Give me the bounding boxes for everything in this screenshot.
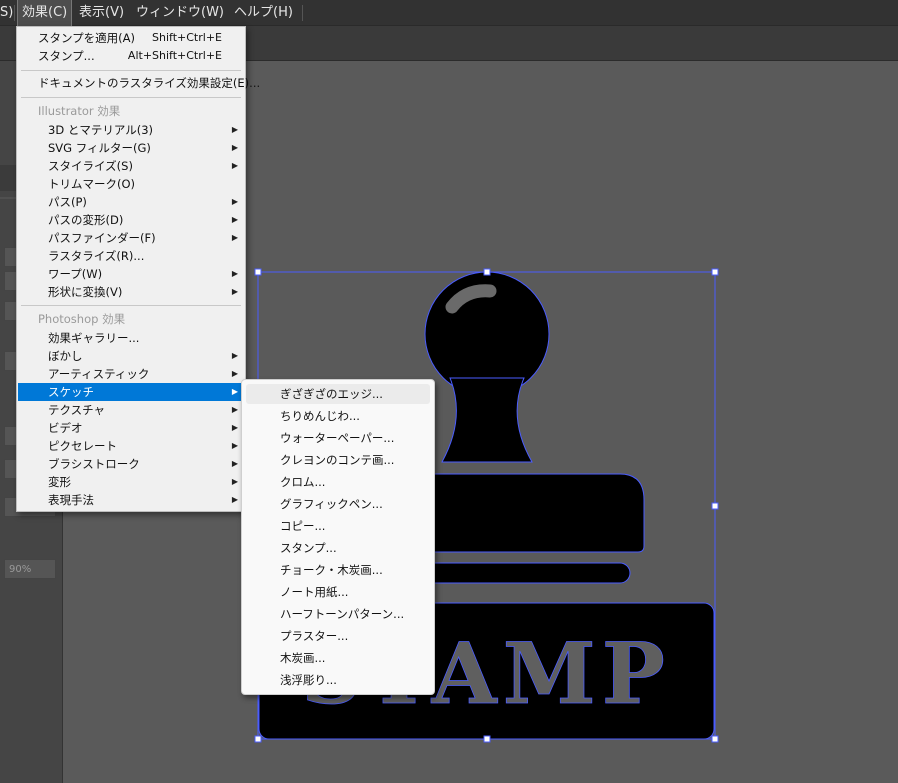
- submenu-arrow-icon: ▶: [231, 233, 238, 242]
- menu-header-photoshop: Photoshop 効果: [38, 312, 126, 326]
- menu-item-pixelate[interactable]: ピクセレート ▶: [18, 437, 244, 455]
- menu-item-pathfinder[interactable]: パスファインダー(F) ▶: [18, 229, 244, 247]
- menu-item-rasterize[interactable]: ラスタライズ(R)...: [18, 247, 244, 265]
- submenu-item-photocopy[interactable]: コピー...: [246, 516, 430, 536]
- menu-separator: [21, 97, 241, 98]
- menu-item-warp[interactable]: ワープ(W) ▶: [18, 265, 244, 283]
- submenu-arrow-icon: ▶: [231, 269, 238, 278]
- selection-handle[interactable]: [254, 735, 262, 743]
- menu-item-convert-to-shape[interactable]: 形状に変換(V) ▶: [18, 283, 244, 301]
- submenu-item-conte-crayon[interactable]: クレヨンのコンテ画...: [246, 450, 430, 470]
- selection-handle[interactable]: [711, 735, 719, 743]
- sketch-submenu: ぎざぎざのエッジ... ちりめんじわ... ウォーターペーパー... クレヨンの…: [241, 379, 435, 695]
- menu-item-3d-material[interactable]: 3D とマテリアル(3) ▶: [18, 121, 244, 139]
- stamp-base-bar: [409, 562, 631, 584]
- submenu-item-torn-edges[interactable]: ぎざぎざのエッジ...: [246, 384, 430, 404]
- submenu-arrow-icon: ▶: [231, 287, 238, 296]
- submenu-item-water-paper[interactable]: ウォーターペーパー...: [246, 428, 430, 448]
- stamp-body-shape: [409, 473, 645, 553]
- menu-item-svg-filter[interactable]: SVG フィルター(G) ▶: [18, 139, 244, 157]
- submenu-arrow-icon: ▶: [231, 441, 238, 450]
- effect-menu-dropdown: スタンプを適用(A) Shift+Ctrl+E スタンプ... Alt+Shif…: [16, 26, 260, 512]
- stamp-neck-shape: [441, 377, 533, 463]
- submenu-item-charcoal[interactable]: 木炭画...: [246, 648, 430, 668]
- menu-header-illustrator: Illustrator 効果: [38, 104, 121, 118]
- submenu-item-chrome[interactable]: クロム...: [246, 472, 430, 492]
- menu-item-stamp[interactable]: スタンプ... Alt+Shift+Ctrl+E: [18, 47, 244, 65]
- menu-separator: [302, 5, 303, 21]
- submenu-arrow-icon: ▶: [231, 197, 238, 206]
- submenu-arrow-icon: ▶: [231, 477, 238, 486]
- menu-effect[interactable]: 効果(C): [16, 0, 73, 27]
- menu-item-distort[interactable]: 変形 ▶: [18, 473, 244, 491]
- submenu-arrow-icon: ▶: [231, 143, 238, 152]
- menu-window[interactable]: ウィンドウ(W): [132, 0, 228, 26]
- menu-item-path[interactable]: パス(P) ▶: [18, 193, 244, 211]
- menu-item-stylize[interactable]: スタイライズ(S) ▶: [18, 157, 244, 175]
- menu-item-video[interactable]: ビデオ ▶: [18, 419, 244, 437]
- selection-handle[interactable]: [711, 502, 719, 510]
- submenu-item-chalk-charcoal[interactable]: チョーク・木炭画...: [246, 560, 430, 580]
- menu-item-rasterize-settings[interactable]: ドキュメントのラスタライズ効果設定(E)...: [18, 74, 260, 92]
- submenu-item-reticulation[interactable]: ちりめんじわ...: [246, 406, 430, 426]
- submenu-arrow-icon: ▶: [231, 495, 238, 504]
- selection-handle[interactable]: [711, 268, 719, 276]
- submenu-arrow-icon: ▶: [231, 405, 238, 414]
- submenu-arrow-icon: ▶: [231, 387, 238, 396]
- menu-view[interactable]: 表示(V): [75, 0, 128, 26]
- menu-item-distort-transform[interactable]: パスの変形(D) ▶: [18, 211, 244, 229]
- submenu-arrow-icon: ▶: [231, 125, 238, 134]
- menu-item-blur[interactable]: ぼかし ▶: [18, 347, 244, 365]
- menu-item-apply-stamp[interactable]: スタンプを適用(A) Shift+Ctrl+E: [18, 29, 244, 47]
- submenu-arrow-icon: ▶: [231, 423, 238, 432]
- menu-separator: [14, 5, 15, 21]
- menu-item-effect-gallery[interactable]: 効果ギャラリー...: [18, 329, 244, 347]
- selection-handle[interactable]: [483, 735, 491, 743]
- menu-separator: [21, 70, 241, 71]
- submenu-arrow-icon: ▶: [231, 351, 238, 360]
- submenu-item-halftone-pattern[interactable]: ハーフトーンパターン...: [246, 604, 430, 624]
- menu-item-texture[interactable]: テクスチャ ▶: [18, 401, 244, 419]
- submenu-item-plaster[interactable]: プラスター...: [246, 626, 430, 646]
- menu-item-sketch[interactable]: スケッチ ▶: [18, 383, 244, 401]
- selection-handle[interactable]: [483, 268, 491, 276]
- menu-help[interactable]: ヘルプ(H): [230, 0, 297, 26]
- menu-separator: [21, 305, 241, 306]
- menu-item-artistic[interactable]: アーティスティック ▶: [18, 365, 244, 383]
- menu-item-trim-marks[interactable]: トリムマーク(O): [18, 175, 244, 193]
- submenu-item-bas-relief[interactable]: 浅浮彫り...: [246, 670, 430, 690]
- menu-item-stylize-ps[interactable]: 表現手法 ▶: [18, 491, 244, 509]
- submenu-item-graphic-pen[interactable]: グラフィックペン...: [246, 494, 430, 514]
- menu-bar: S) 効果(C) 表示(V) ウィンドウ(W) ヘルプ(H): [0, 0, 898, 27]
- submenu-arrow-icon: ▶: [231, 369, 238, 378]
- menu-item-brush-strokes[interactable]: ブラシストローク ▶: [18, 455, 244, 473]
- submenu-arrow-icon: ▶: [231, 459, 238, 468]
- selection-handle[interactable]: [254, 268, 262, 276]
- submenu-arrow-icon: ▶: [231, 215, 238, 224]
- zoom-field[interactable]: 90%: [4, 559, 56, 579]
- submenu-item-stamp[interactable]: スタンプ...: [246, 538, 430, 558]
- submenu-arrow-icon: ▶: [231, 161, 238, 170]
- submenu-item-note-paper[interactable]: ノート用紙...: [246, 582, 430, 602]
